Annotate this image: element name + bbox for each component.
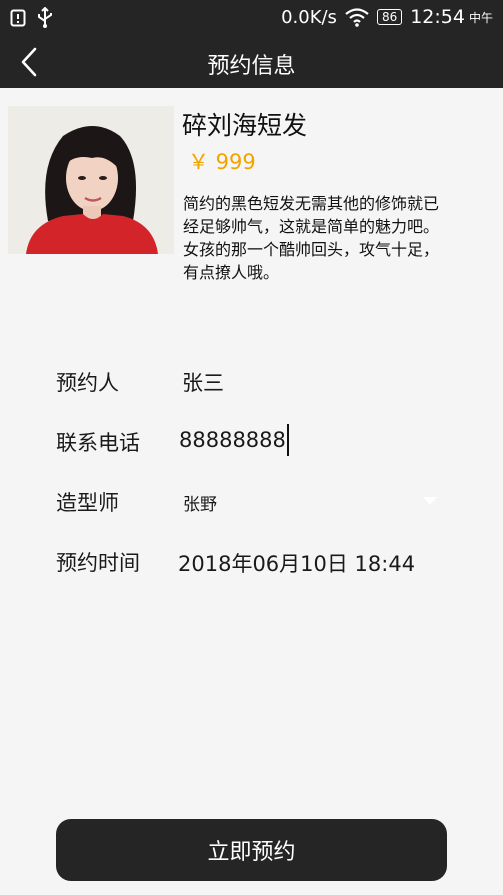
stylist-select[interactable]: 张野 xyxy=(183,490,217,515)
page-title: 预约信息 xyxy=(207,54,296,79)
status-right: 0.0K/s 86 12:54 中午 xyxy=(281,6,493,28)
clock-period: 中午 xyxy=(468,10,493,25)
product-image xyxy=(8,106,174,254)
booker-label: 预约人 xyxy=(56,371,119,395)
stylist-label: 造型师 xyxy=(56,491,119,515)
network-speed: 0.0K/s xyxy=(281,6,337,28)
time-label: 预约时间 xyxy=(56,551,140,575)
nav-bar: 预约信息 xyxy=(0,36,503,88)
clock-time: 12:54 xyxy=(410,6,465,28)
hairstyle-photo xyxy=(8,106,174,254)
status-bar: 0.0K/s 86 12:54 中午 xyxy=(0,0,503,36)
product-description: 简约的黑色短发无需其他的修饰就已经足够帅气，这就是简单的魅力吧。女孩的那一个酷帅… xyxy=(183,194,440,282)
product-name: 碎刘海短发 xyxy=(182,111,308,140)
booker-value: 张三 xyxy=(182,371,224,395)
usb-icon xyxy=(38,7,52,28)
battery-indicator: 86 xyxy=(376,9,403,25)
phone-label: 联系电话 xyxy=(56,431,140,455)
wifi-icon xyxy=(345,8,369,27)
phone-input[interactable] xyxy=(178,424,439,456)
appointment-time[interactable]: 2018年06月10日 18:44 xyxy=(178,548,415,578)
book-now-button[interactable]: 立即预约 xyxy=(56,819,447,881)
notification-icon xyxy=(10,9,26,27)
status-left-icons xyxy=(10,7,54,29)
dropdown-arrow-icon[interactable] xyxy=(423,497,437,505)
product-price: ￥ 999 xyxy=(188,150,256,174)
text-cursor xyxy=(287,424,289,456)
